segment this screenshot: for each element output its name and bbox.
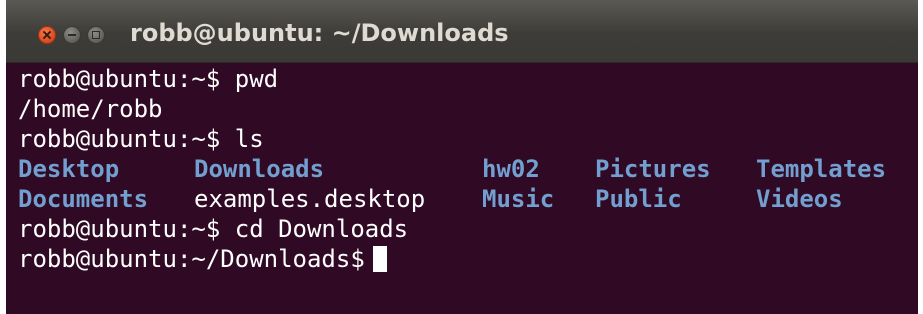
current-prompt: robb@ubuntu:~/Downloads$: [18, 245, 365, 273]
terminal-window: robb@ubuntu: ~/Downloads robb@ubuntu:~$ …: [6, 0, 918, 314]
ls-entry-directory: Documents: [18, 185, 149, 213]
ls-entry-directory: Templates: [756, 155, 887, 183]
terminal-prompt-line[interactable]: robb@ubuntu:~/Downloads$: [18, 244, 918, 274]
text-cursor: [372, 246, 387, 272]
ls-entry-directory: Videos: [756, 185, 843, 213]
window-title: robb@ubuntu: ~/Downloads: [130, 19, 509, 47]
terminal-line: robb@ubuntu:~$ cd Downloads: [18, 215, 409, 243]
terminal-line: robb@ubuntu:~$ ls: [18, 125, 264, 153]
ls-entry-directory: Downloads: [194, 155, 325, 183]
ls-entry-directory: Desktop: [18, 155, 120, 183]
maximize-icon[interactable]: [87, 26, 105, 44]
close-icon[interactable]: [38, 26, 56, 44]
ls-entry-file: examples.desktop: [194, 185, 426, 213]
ls-entry-directory: Pictures: [595, 155, 711, 183]
ls-entry-directory: Public: [595, 185, 682, 213]
terminal-line: robb@ubuntu:~$ pwd: [18, 65, 279, 93]
ls-entry-directory: Music: [482, 185, 555, 213]
terminal-line: /home/robb: [18, 95, 163, 123]
title-bar[interactable]: robb@ubuntu: ~/Downloads: [6, 0, 918, 63]
ls-entry-directory: hw02: [482, 155, 540, 183]
terminal-output[interactable]: robb@ubuntu:~$ pwd /home/robb robb@ubunt…: [18, 64, 918, 314]
ls-listing: Desktop Downloads hw02 Pictures Template…: [18, 154, 918, 214]
minimize-icon[interactable]: [63, 26, 81, 44]
